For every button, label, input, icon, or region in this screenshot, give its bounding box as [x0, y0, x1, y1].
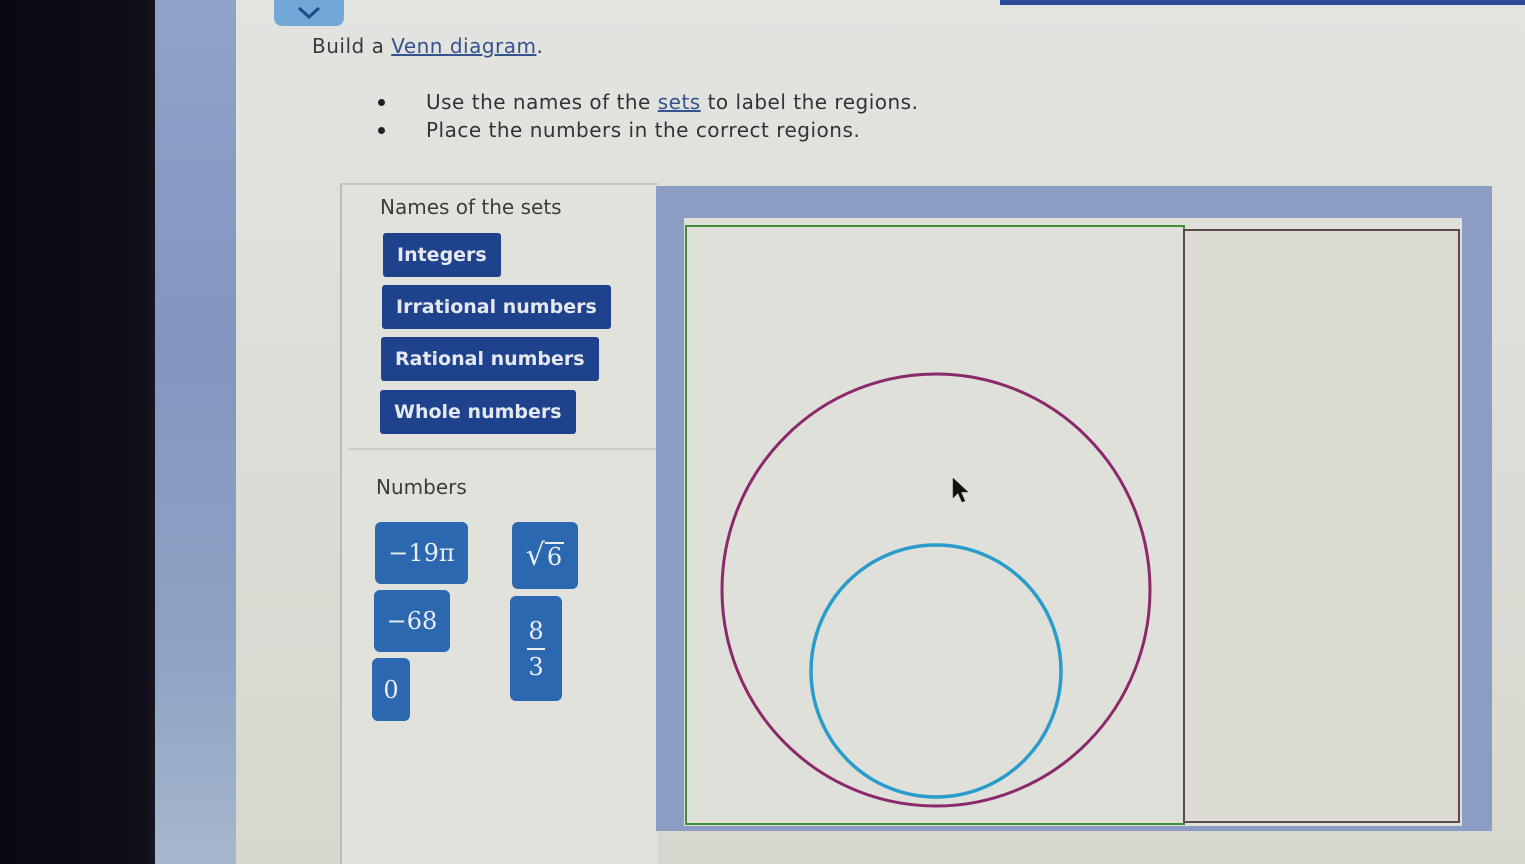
- venn-diagram-canvas: [684, 218, 1462, 826]
- page-title: Build a Venn diagram.: [312, 34, 543, 58]
- mouse-cursor-icon: [952, 477, 969, 503]
- right-region[interactable]: [1183, 229, 1460, 823]
- number-chip-zero[interactable]: 0: [372, 658, 410, 721]
- fraction-numerator: 8: [528, 616, 544, 645]
- set-chip-irrational-numbers[interactable]: Irrational numbers: [382, 285, 611, 329]
- screen-bezel: [0, 0, 160, 864]
- fraction-bar: [527, 647, 545, 650]
- fraction: 8 3: [527, 619, 545, 679]
- radical-sign-icon: √: [525, 537, 545, 573]
- title-period: .: [536, 34, 544, 58]
- top-bar: [1000, 0, 1525, 5]
- instruction-text: Use the names of the: [426, 90, 658, 114]
- side-strip: [155, 0, 240, 864]
- number-chip-sqrt6[interactable]: √ 6: [512, 522, 578, 589]
- chevron-down-icon: [297, 6, 321, 20]
- numbers-heading: Numbers: [376, 475, 467, 499]
- instruction-item: Use the names of the sets to label the r…: [378, 88, 918, 116]
- number-value: −68: [386, 607, 438, 635]
- instruction-text: Place the numbers in the correct regions…: [426, 118, 861, 142]
- drag-source-panel: Names of the sets Integers Irrational nu…: [340, 183, 658, 864]
- sqrt-expression: √ 6: [525, 537, 565, 573]
- set-chip-rational-numbers[interactable]: Rational numbers: [381, 337, 599, 381]
- instruction-item: Place the numbers in the correct regions…: [378, 116, 918, 144]
- set-chip-whole-numbers[interactable]: Whole numbers: [380, 390, 576, 434]
- collapse-button[interactable]: [274, 0, 344, 26]
- left-region[interactable]: [685, 225, 1185, 825]
- venn-diagram-link[interactable]: Venn diagram: [391, 34, 536, 58]
- number-value: −19π: [388, 539, 455, 567]
- number-value: 0: [383, 675, 399, 704]
- set-chip-integers[interactable]: Integers: [383, 233, 501, 277]
- fraction-denominator: 3: [528, 652, 544, 681]
- number-chip-neg-68[interactable]: −68: [374, 590, 450, 652]
- number-chip-eight-thirds[interactable]: 8 3: [510, 596, 562, 701]
- instructions-list: Use the names of the sets to label the r…: [378, 88, 918, 144]
- instruction-text: to label the regions.: [700, 90, 919, 114]
- sets-link[interactable]: sets: [658, 90, 701, 114]
- radicand: 6: [544, 542, 565, 572]
- number-chip-neg-19pi[interactable]: −19π: [375, 522, 468, 584]
- set-names-section: Names of the sets Integers Irrational nu…: [348, 185, 656, 450]
- set-names-heading: Names of the sets: [380, 195, 562, 219]
- title-text: Build a: [312, 34, 392, 58]
